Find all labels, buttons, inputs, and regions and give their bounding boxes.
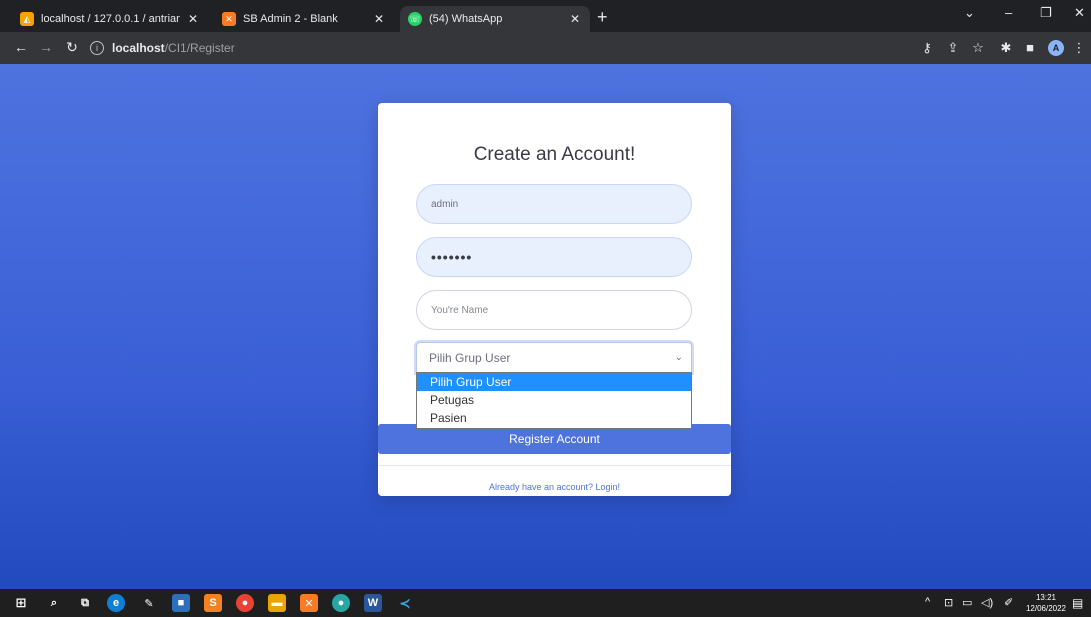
network-icon[interactable]: ▭ — [962, 596, 972, 609]
app-icon[interactable]: ■ — [172, 594, 190, 612]
xampp-icon[interactable]: ✕ — [300, 594, 318, 612]
windows-taskbar: ⊞ ⌕ ⧉ e ✎ ■ S ● ▬ ✕ ● W ≺ ^ ⊡ ▭ ◁) ✐ 13:… — [0, 589, 1091, 617]
key-icon[interactable]: ⚷ — [919, 40, 935, 56]
volume-icon[interactable]: ◁) — [981, 596, 993, 609]
extensions-icon[interactable]: ✱ — [998, 40, 1014, 56]
login-link[interactable]: Already have an account? Login! — [378, 482, 731, 492]
chevron-down-icon: ⌄ — [674, 352, 683, 363]
reload-icon[interactable]: ↻ — [63, 39, 81, 56]
username-input[interactable]: admin — [416, 184, 692, 224]
window-close-icon[interactable]: ✕ — [1074, 5, 1085, 21]
group-select-value: Pilih Grup User — [429, 350, 511, 365]
notifications-icon[interactable]: ▤ — [1072, 596, 1083, 610]
clock-time: 13:21 — [1035, 593, 1057, 602]
whatsapp-icon: ☏ — [408, 12, 422, 26]
side-panel-icon[interactable]: ■ — [1022, 40, 1038, 55]
new-tab-icon[interactable]: + — [597, 6, 608, 28]
tab-sb-admin[interactable]: ✕ SB Admin 2 - Blank ✕ — [214, 6, 394, 32]
file-explorer-icon[interactable]: ▬ — [268, 594, 286, 612]
tab-phpmyadmin[interactable]: ◭ localhost / 127.0.0.1 / antrian | p ✕ — [12, 6, 208, 32]
option-pasien[interactable]: Pasien — [417, 409, 691, 427]
password-input[interactable]: ••••••• — [416, 237, 692, 277]
page-background: Create an Account! admin ••••••• You're … — [0, 64, 1091, 589]
tray-app-icon[interactable]: ⊡ — [944, 596, 953, 609]
xampp-icon: ✕ — [222, 12, 236, 26]
group-select[interactable]: Pilih Grup User ⌄ — [416, 342, 692, 373]
page-title: Create an Account! — [473, 144, 636, 165]
profile-avatar[interactable]: A — [1048, 40, 1064, 56]
back-arrow-icon[interactable]: ← — [12, 39, 30, 55]
sublime-text-icon[interactable]: S — [204, 594, 222, 612]
tray-chevron-up-icon[interactable]: ^ — [925, 596, 930, 608]
group-select-options: Pilih Grup User Petugas Pasien — [416, 372, 692, 429]
edge-icon[interactable]: e — [107, 594, 125, 612]
chrome-profile-icon[interactable]: ● — [332, 594, 350, 612]
taskbar-clock[interactable]: 13:21 12/06/2022 — [1025, 592, 1067, 614]
name-input[interactable]: You're Name — [416, 290, 692, 330]
menu-kebab-icon[interactable]: ⋮ — [1071, 40, 1087, 56]
tab-search-chevron-icon[interactable]: ⌄ — [964, 5, 975, 21]
register-card: Create an Account! admin ••••••• You're … — [378, 103, 731, 496]
windows-start-icon[interactable]: ⊞ — [12, 594, 30, 612]
search-icon[interactable]: ⌕ — [45, 594, 63, 612]
divider — [378, 465, 731, 466]
chrome-icon[interactable]: ● — [236, 594, 254, 612]
forward-arrow-icon[interactable]: → — [37, 39, 55, 55]
word-icon[interactable]: W — [364, 594, 382, 612]
browser-toolbar: ← → ↻ i localhost /CI1/Register ⚷ ⇪ ☆ ✱ … — [0, 32, 1091, 64]
phpmyadmin-icon: ◭ — [20, 12, 34, 26]
task-view-icon[interactable]: ⧉ — [76, 594, 94, 612]
close-icon[interactable]: ✕ — [186, 12, 200, 26]
url-path: /CI1/Register — [164, 41, 235, 55]
option-pilih-grup-user[interactable]: Pilih Grup User — [417, 373, 691, 391]
tab-title: SB Admin 2 - Blank — [243, 13, 338, 25]
close-icon[interactable]: ✕ — [568, 12, 582, 26]
tab-strip: ◭ localhost / 127.0.0.1 / antrian | p ✕ … — [0, 0, 1091, 32]
url-host: localhost — [112, 41, 165, 55]
close-icon[interactable]: ✕ — [372, 12, 386, 26]
pen-icon[interactable]: ✐ — [1004, 596, 1013, 609]
bookmark-star-icon[interactable]: ☆ — [970, 40, 986, 56]
paint-icon[interactable]: ✎ — [140, 594, 158, 612]
address-bar[interactable]: i localhost /CI1/Register — [90, 36, 910, 60]
minimize-icon[interactable]: – — [1005, 5, 1012, 20]
tab-whatsapp[interactable]: ☏ (54) WhatsApp ✕ — [400, 6, 590, 32]
site-info-icon[interactable]: i — [90, 41, 104, 55]
option-petugas[interactable]: Petugas — [417, 391, 691, 409]
tab-title: (54) WhatsApp — [429, 13, 503, 25]
vscode-icon[interactable]: ≺ — [396, 594, 414, 612]
share-icon[interactable]: ⇪ — [945, 40, 961, 56]
clock-date: 12/06/2022 — [1025, 604, 1067, 613]
restore-icon[interactable]: ❐ — [1040, 5, 1052, 21]
tab-title: localhost / 127.0.0.1 / antrian | p — [41, 13, 180, 25]
